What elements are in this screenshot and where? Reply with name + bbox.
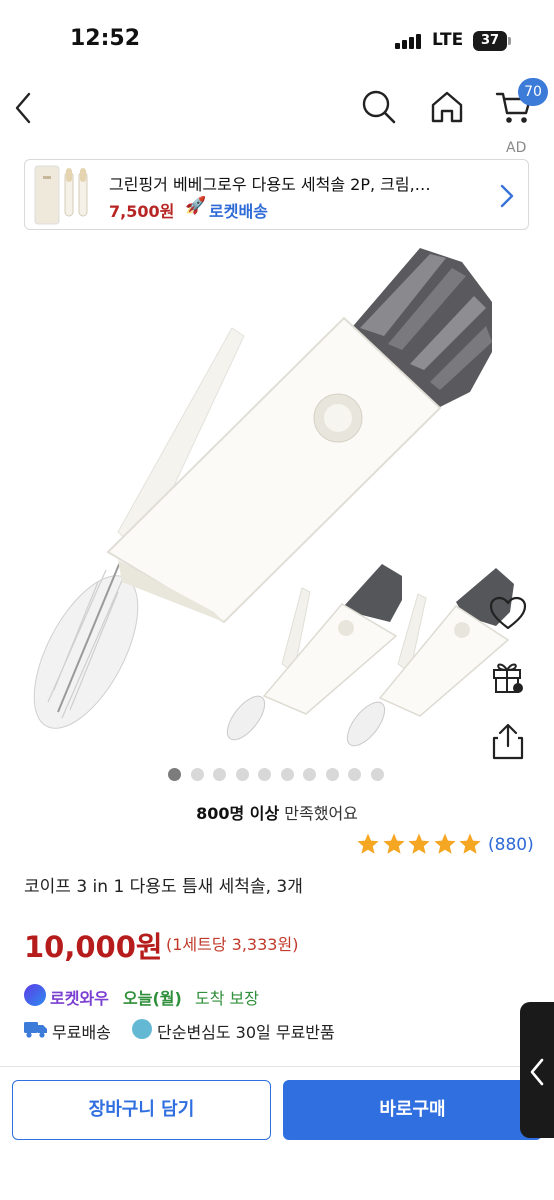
rocket-wow-label: 로켓와우 [50,989,109,1008]
chevron-left-icon[interactable] [8,88,38,128]
free-shipping-label: 무료배송 [52,1023,111,1042]
cart-count-badge: 70 [518,78,548,106]
add-to-cart-button[interactable]: 장바구니 담기 [12,1080,271,1140]
home-icon[interactable] [428,88,466,126]
gallery-dot[interactable] [303,768,316,781]
ad-label: AD [506,140,527,156]
heart-icon[interactable] [486,592,530,636]
battery-icon: 37 [473,31,511,51]
signal-icon [395,33,423,49]
bottom-action-bar: 장바구니 담기 바로구매 [0,1066,554,1200]
satisfaction-text: 800명 이상 만족했어요 [0,800,554,824]
ad-title: 그린핑거 베베그로우 다용도 세척솔 2P, 크림,… [109,175,431,194]
star-icon [459,833,481,854]
ad-price: 7,500원 [109,202,175,221]
star-icon [357,833,379,854]
star-icon [433,833,456,854]
return-icon [132,1019,152,1039]
arrival-guarantee: 도착 보장 [195,989,259,1008]
ad-banner[interactable]: 그린핑거 베베그로우 다용도 세척솔 2P, 크림,… 7,500원 🚀 로켓배… [24,159,529,230]
search-icon[interactable] [360,88,398,126]
ad-delivery-label: 로켓배송 [209,202,268,221]
top-nav [0,80,554,136]
status-bar: 12:52 LTE 37 [0,0,554,80]
product-image[interactable] [0,232,554,762]
free-return-label: 단순변심도 30일 무료반품 [157,1023,335,1042]
star-icon [408,833,430,854]
side-panel-handle[interactable] [520,1002,554,1138]
rocket-icon: 🚀 [185,196,207,216]
gallery-dot[interactable] [348,768,361,781]
gallery-dot[interactable] [190,768,204,781]
chevron-left-icon [530,1058,544,1086]
gift-icon[interactable] [486,654,530,698]
truck-icon [24,1022,47,1038]
gallery-dot[interactable] [258,768,271,781]
share-icon[interactable] [486,720,530,764]
gallery-dot[interactable] [280,768,294,781]
status-time: 12:52 [70,26,141,51]
network-label: LTE [432,30,464,50]
satisfaction-highlight: 800명 이상 [196,804,280,823]
review-count[interactable]: (880) [488,835,534,855]
ad-product-thumbnail [34,165,88,225]
rocket-wow-icon [24,984,46,1006]
star-icon [382,833,405,854]
satisfaction-suffix: 만족했어요 [279,804,358,823]
chevron-right-icon [500,184,514,208]
gallery-dot[interactable] [370,768,384,781]
gallery-dot[interactable] [325,768,339,781]
buy-now-button[interactable]: 바로구매 [283,1080,542,1140]
product-price: 10,000원 [24,930,163,964]
arrival-day: 오늘(월) [123,989,182,1008]
gallery-dot[interactable] [213,768,226,781]
product-title: 코이프 3 in 1 다용도 틈새 세척솔, 3개 [24,877,303,897]
unit-price: (1세트당 3,333원) [166,935,299,954]
gallery-dot[interactable] [235,768,249,781]
gallery-dot[interactable] [168,768,181,781]
